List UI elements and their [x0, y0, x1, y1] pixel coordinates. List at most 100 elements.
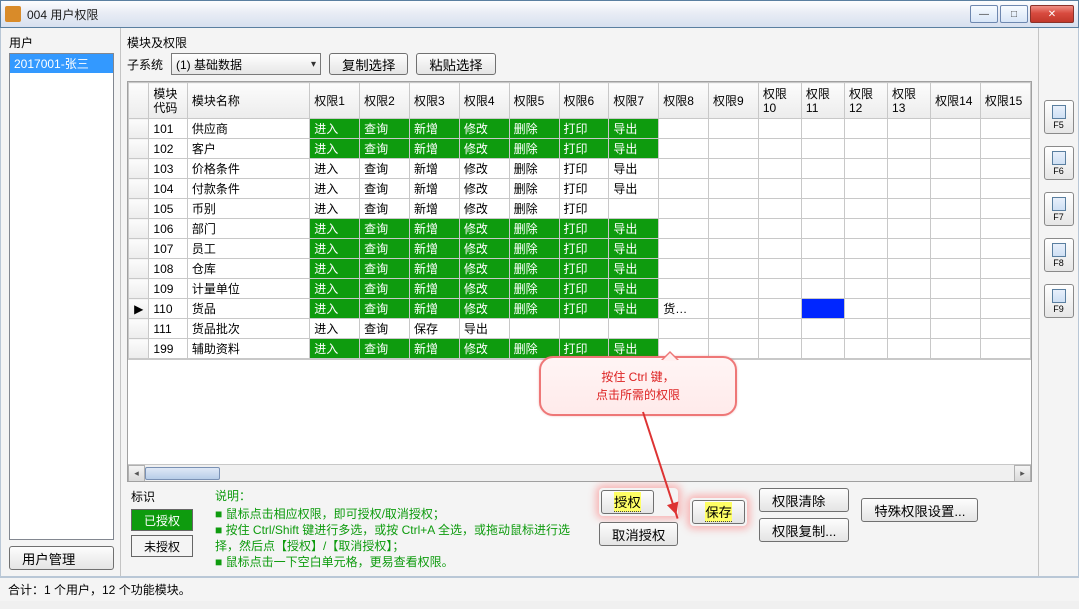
- perm-cell[interactable]: 删除: [509, 159, 559, 179]
- perm-cell[interactable]: [659, 239, 709, 259]
- perm-cell[interactable]: [709, 179, 759, 199]
- perm-cell[interactable]: [509, 319, 559, 339]
- perm-cell[interactable]: 删除: [509, 299, 559, 319]
- user-item-selected[interactable]: 2017001-张三: [10, 54, 113, 73]
- header-p4[interactable]: 权限4: [459, 83, 509, 119]
- perm-cell[interactable]: 导出: [609, 139, 659, 159]
- perm-cell[interactable]: 修改: [459, 179, 509, 199]
- perm-cell[interactable]: [931, 139, 981, 159]
- perm-cell[interactable]: [709, 319, 759, 339]
- header-rowsel[interactable]: [129, 83, 149, 119]
- perm-cell[interactable]: 修改: [459, 159, 509, 179]
- special-perms-button[interactable]: 特殊权限设置...: [861, 498, 978, 522]
- perm-cell[interactable]: 进入: [310, 279, 360, 299]
- perm-cell[interactable]: [609, 319, 659, 339]
- f7-button[interactable]: F7: [1044, 192, 1074, 226]
- perm-cell[interactable]: [980, 159, 1030, 179]
- perm-cell[interactable]: [931, 259, 981, 279]
- perm-cell[interactable]: [801, 219, 844, 239]
- cell-code[interactable]: 111: [149, 319, 188, 339]
- table-row[interactable]: ▶110货品进入查询新增修改删除打印导出货…: [129, 299, 1031, 319]
- perm-cell[interactable]: [888, 219, 931, 239]
- perm-cell[interactable]: [931, 279, 981, 299]
- perm-cell[interactable]: 查询: [360, 259, 410, 279]
- perm-cell[interactable]: [931, 199, 981, 219]
- header-p10[interactable]: 权限 10: [758, 83, 801, 119]
- perm-cell[interactable]: 修改: [459, 339, 509, 359]
- perm-cell[interactable]: 进入: [310, 139, 360, 159]
- perm-cell[interactable]: [888, 139, 931, 159]
- perm-cell[interactable]: 修改: [459, 139, 509, 159]
- perm-cell[interactable]: 导出: [459, 319, 509, 339]
- table-row[interactable]: 105币别进入查询新增修改删除打印: [129, 199, 1031, 219]
- perm-cell[interactable]: [980, 239, 1030, 259]
- perm-cell[interactable]: 删除: [509, 199, 559, 219]
- cell-code[interactable]: 106: [149, 219, 188, 239]
- perm-cell[interactable]: 保存: [409, 319, 459, 339]
- perm-cell[interactable]: [931, 319, 981, 339]
- perm-cell[interactable]: 打印: [559, 279, 609, 299]
- perm-cell[interactable]: 删除: [509, 139, 559, 159]
- perm-cell[interactable]: 删除: [509, 119, 559, 139]
- perm-cell[interactable]: 新增: [409, 199, 459, 219]
- perm-cell[interactable]: 导出: [609, 219, 659, 239]
- grant-button[interactable]: 授权: [601, 490, 654, 514]
- perm-cell[interactable]: 进入: [310, 299, 360, 319]
- cell-code[interactable]: 103: [149, 159, 188, 179]
- f6-button[interactable]: F6: [1044, 146, 1074, 180]
- perm-cell[interactable]: 导出: [609, 119, 659, 139]
- perm-cell[interactable]: 新增: [409, 159, 459, 179]
- perm-cell[interactable]: [659, 159, 709, 179]
- perm-cell[interactable]: 打印: [559, 179, 609, 199]
- perm-cell[interactable]: [888, 319, 931, 339]
- header-p7[interactable]: 权限7: [609, 83, 659, 119]
- scroll-right-icon[interactable]: ▸: [1014, 465, 1031, 482]
- perm-cell[interactable]: 打印: [559, 239, 609, 259]
- perm-cell[interactable]: [801, 299, 844, 319]
- perm-cell[interactable]: [709, 219, 759, 239]
- perm-cell[interactable]: 删除: [509, 179, 559, 199]
- header-p12[interactable]: 权限 12: [844, 83, 887, 119]
- perm-cell[interactable]: 修改: [459, 299, 509, 319]
- perm-cell[interactable]: 新增: [409, 179, 459, 199]
- row-selector[interactable]: [129, 199, 149, 219]
- perm-cell[interactable]: [888, 239, 931, 259]
- perm-cell[interactable]: 查询: [360, 279, 410, 299]
- perm-cell[interactable]: [980, 139, 1030, 159]
- perm-cell[interactable]: [980, 299, 1030, 319]
- perm-cell[interactable]: 修改: [459, 219, 509, 239]
- perm-cell[interactable]: 删除: [509, 239, 559, 259]
- perm-cell[interactable]: [758, 239, 801, 259]
- header-p1[interactable]: 权限1: [310, 83, 360, 119]
- perm-cell[interactable]: [758, 179, 801, 199]
- table-row[interactable]: 108仓库进入查询新增修改删除打印导出: [129, 259, 1031, 279]
- perm-cell[interactable]: [758, 119, 801, 139]
- perm-cell[interactable]: 打印: [559, 259, 609, 279]
- row-selector[interactable]: [129, 239, 149, 259]
- perm-cell[interactable]: [709, 299, 759, 319]
- perm-cell[interactable]: 修改: [459, 259, 509, 279]
- perm-cell[interactable]: [559, 319, 609, 339]
- perm-cell[interactable]: [931, 299, 981, 319]
- header-p15[interactable]: 权限15: [980, 83, 1030, 119]
- permissions-grid[interactable]: 模块 代码 模块名称 权限1 权限2 权限3 权限4 权限5 权限6 权限7 权…: [128, 82, 1031, 359]
- perm-cell[interactable]: [888, 259, 931, 279]
- perm-cell[interactable]: [888, 299, 931, 319]
- user-list[interactable]: 2017001-张三: [9, 53, 114, 540]
- perm-cell[interactable]: [980, 279, 1030, 299]
- perm-cell[interactable]: [844, 339, 887, 359]
- perm-cell[interactable]: [758, 139, 801, 159]
- perm-cell[interactable]: [888, 339, 931, 359]
- row-selector[interactable]: [129, 179, 149, 199]
- copy-selection-button[interactable]: 复制选择: [329, 53, 408, 75]
- perm-cell[interactable]: [980, 319, 1030, 339]
- perm-cell[interactable]: [801, 179, 844, 199]
- row-selector[interactable]: [129, 219, 149, 239]
- perm-cell[interactable]: 删除: [509, 279, 559, 299]
- perm-cell[interactable]: 新增: [409, 219, 459, 239]
- perm-cell[interactable]: 进入: [310, 239, 360, 259]
- perm-cell[interactable]: [709, 279, 759, 299]
- perm-cell[interactable]: 新增: [409, 279, 459, 299]
- perm-cell[interactable]: [659, 119, 709, 139]
- perm-cell[interactable]: [980, 259, 1030, 279]
